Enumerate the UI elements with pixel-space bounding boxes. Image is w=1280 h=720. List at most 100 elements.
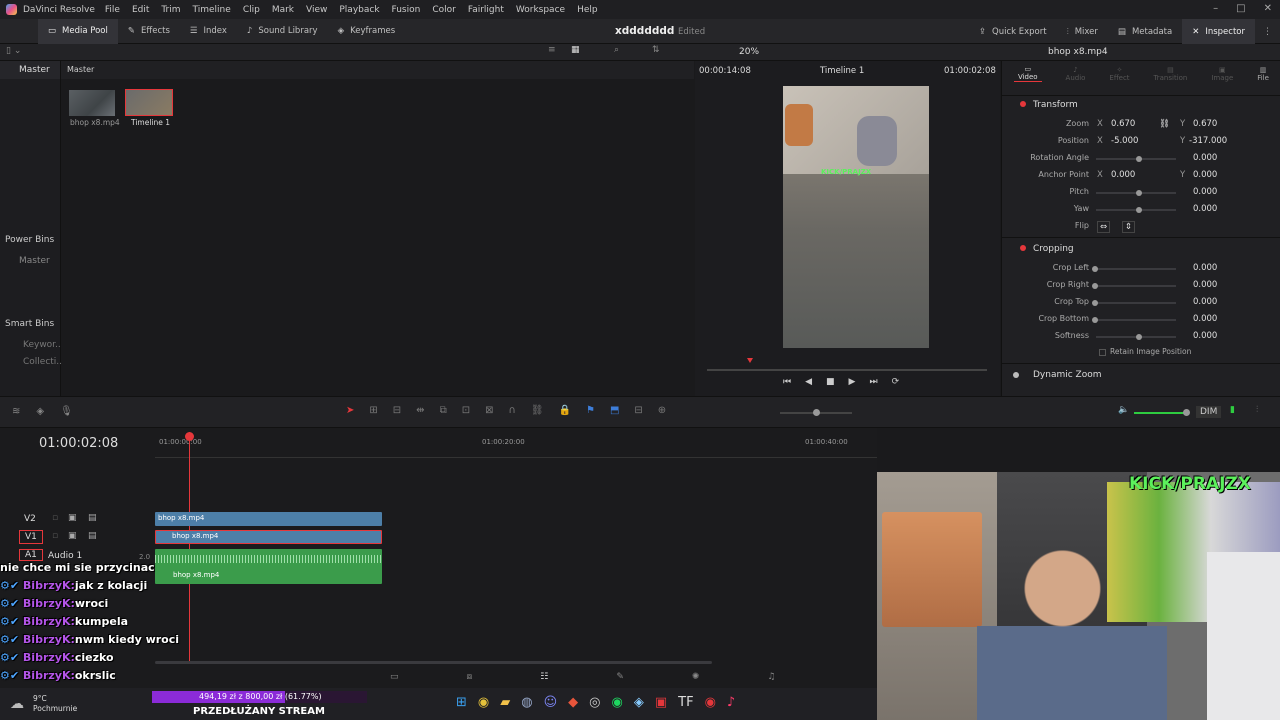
search-icon[interactable]: ⌕ — [614, 45, 619, 55]
tab-transition[interactable]: ▤ Transition — [1154, 66, 1188, 82]
menu-color[interactable]: Color — [432, 5, 456, 15]
clip-v1[interactable]: bhop x8.mp4 — [155, 530, 382, 544]
menu-view[interactable]: View — [306, 5, 327, 15]
maximize-icon[interactable]: □ — [1236, 3, 1245, 14]
metadata-button[interactable]: ▤ Metadata — [1108, 19, 1182, 44]
power-bins-master[interactable]: Master — [19, 256, 50, 266]
media-pool-button[interactable]: ▭ Media Pool — [38, 18, 118, 44]
page-media-icon[interactable]: ▭ — [390, 672, 399, 682]
dynamic-trim-icon[interactable]: ⊟ — [393, 405, 401, 416]
smart-bin-keywords[interactable]: Keywor... — [23, 340, 64, 350]
crop-top-slider[interactable] — [1092, 300, 1098, 306]
menu-fairlight[interactable]: Fairlight — [468, 5, 504, 15]
skip-start-icon[interactable]: ⏮ — [783, 377, 791, 387]
obs-icon[interactable]: ◎ — [589, 695, 600, 710]
tab-effect[interactable]: ✧ Effect — [1109, 66, 1129, 82]
chrome-icon[interactable]: ◉ — [478, 695, 489, 710]
position-x-field[interactable]: -5.000 — [1111, 136, 1138, 146]
linked-selection-icon[interactable]: ⛓ — [531, 405, 544, 416]
crop-top-field[interactable]: 0.000 — [1193, 297, 1217, 307]
tab-file[interactable]: ▥ File — [1257, 66, 1269, 82]
crop-left-field[interactable]: 0.000 — [1193, 263, 1217, 273]
track-enable-icon[interactable]: ▤ — [88, 531, 97, 541]
dim-button[interactable]: DIM — [1196, 406, 1222, 418]
clip-a1[interactable]: bhop x8.mp4 — [155, 549, 382, 584]
pitch-field[interactable]: 0.000 — [1193, 187, 1217, 197]
close-icon[interactable]: ✕ — [1264, 3, 1272, 14]
volume-slider[interactable] — [1183, 409, 1190, 416]
tab-video[interactable]: ▭ Video — [1013, 65, 1042, 82]
page-cut-icon[interactable]: ⧈ — [467, 672, 473, 682]
mixer-button[interactable]: ⫶ Mixer — [1057, 19, 1108, 44]
blade-tool-icon[interactable]: ⇹ — [416, 405, 424, 416]
menu-file[interactable]: File — [105, 5, 120, 15]
selection-tool-icon[interactable]: ➤ — [346, 405, 354, 416]
zoom-y-field[interactable]: 0.670 — [1193, 119, 1217, 129]
loop-icon[interactable]: ⟳ — [892, 377, 900, 387]
flag-icon[interactable]: ⚑ — [586, 405, 595, 416]
zoom-detail-icon[interactable]: ⊕ — [658, 405, 666, 416]
track-enable-icon[interactable]: ▤ — [88, 513, 97, 523]
viewer-timeline-name[interactable]: Timeline 1 — [820, 66, 864, 76]
anchor-y-field[interactable]: 0.000 — [1193, 170, 1217, 180]
davinci-taskbar-icon[interactable]: ◈ — [634, 695, 644, 710]
bin-master[interactable]: Master — [19, 65, 50, 75]
flip-horizontal-icon[interactable]: ⇔ — [1097, 221, 1111, 233]
play-icon[interactable]: ▶ — [849, 377, 856, 387]
sound-library-button[interactable]: ♪ Sound Library — [237, 19, 328, 44]
microphone-icon[interactable]: 🎙 — [60, 406, 73, 417]
timeline-thumbnail[interactable] — [125, 89, 173, 116]
snapping-icon[interactable]: ∩ — [508, 405, 515, 416]
file-explorer-icon[interactable]: ▰ — [500, 695, 510, 710]
menu-clip[interactable]: Clip — [243, 5, 260, 15]
menu-timeline[interactable]: Timeline — [193, 5, 231, 15]
track-visibility-icon[interactable]: ▣ — [68, 513, 77, 523]
link-icon[interactable]: ⛓ — [1159, 119, 1170, 129]
crop-left-slider[interactable] — [1092, 266, 1098, 272]
effects-button[interactable]: ✎ Effects — [118, 19, 180, 44]
minimize-icon[interactable]: – — [1213, 3, 1218, 14]
cropping-enable[interactable] — [1020, 245, 1026, 251]
page-color-icon[interactable]: ✺ — [692, 672, 700, 682]
list-view-icon[interactable]: ≡ — [548, 45, 556, 55]
stop-icon[interactable]: ■ — [826, 377, 835, 387]
position-y-field[interactable]: -317.000 — [1189, 136, 1227, 146]
volume-icon[interactable]: 🔈 — [1118, 405, 1129, 415]
softness-slider[interactable] — [1136, 334, 1142, 340]
dynamic-zoom-enable[interactable] — [1013, 372, 1019, 378]
timeline-scrollbar[interactable] — [155, 661, 712, 664]
menu-edit[interactable]: Edit — [132, 5, 149, 15]
audio-meter-icon[interactable]: ▮ — [1230, 405, 1235, 415]
quick-export-button[interactable]: ⇪ Quick Export — [969, 19, 1057, 44]
page-edit-icon[interactable]: ☷ — [540, 672, 548, 682]
mixer-toggle-icon[interactable]: ⫶ — [1256, 405, 1258, 415]
tiktok-icon[interactable]: ♪ — [727, 695, 735, 710]
clip-thumbnail-bhop[interactable] — [69, 90, 115, 116]
discord-icon[interactable]: ☺ — [544, 695, 558, 710]
softness-field[interactable]: 0.000 — [1193, 331, 1217, 341]
menu-trim[interactable]: Trim — [161, 5, 180, 15]
brave-icon[interactable]: ◆ — [568, 695, 578, 710]
yaw-field[interactable]: 0.000 — [1193, 204, 1217, 214]
menu-playback[interactable]: Playback — [339, 5, 379, 15]
inspector-button[interactable]: ✕ Inspector — [1182, 19, 1255, 44]
more-icon[interactable]: ⋮ — [1255, 27, 1280, 37]
index-button[interactable]: ☰ Index — [180, 19, 237, 44]
app-icon-rec[interactable]: ◉ — [705, 695, 716, 710]
smart-bin-collections[interactable]: Collecti... — [23, 357, 65, 367]
crop-bottom-field[interactable]: 0.000 — [1193, 314, 1217, 324]
menu-help[interactable]: Help — [577, 5, 598, 15]
keyframes-button[interactable]: ◈ Keyframes — [328, 19, 406, 44]
page-fusion-icon[interactable]: ✎ — [616, 672, 624, 682]
layout-icon[interactable]: ▯ ⌄ — [6, 46, 21, 56]
menu-workspace[interactable]: Workspace — [516, 5, 565, 15]
replace-clip-icon[interactable]: ⊠ — [485, 405, 493, 416]
grid-view-icon[interactable]: ▦ — [571, 45, 580, 55]
timeline-zoom-slider[interactable] — [813, 409, 820, 416]
viewer-playhead[interactable] — [747, 358, 753, 363]
crop-right-slider[interactable] — [1092, 283, 1098, 289]
lock-icon[interactable]: 🔒 — [559, 405, 571, 416]
track-lock-icon[interactable]: ▫ — [52, 531, 58, 541]
page-fairlight-icon[interactable]: ♫ — [767, 672, 775, 682]
spotify-icon[interactable]: ◉ — [612, 695, 623, 710]
